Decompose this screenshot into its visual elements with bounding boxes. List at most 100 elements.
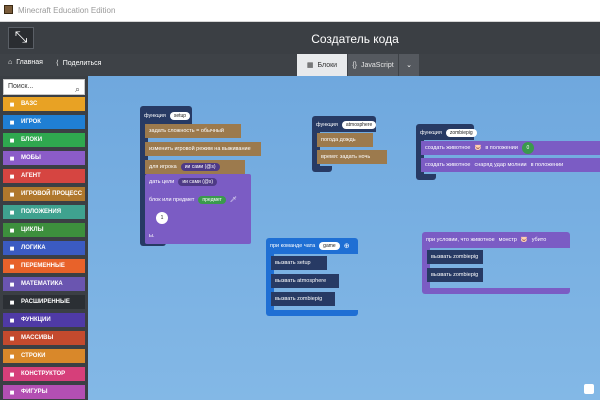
tab-javascript[interactable]: {} JavaScript: [348, 54, 398, 76]
position-icon: ■: [9, 207, 15, 217]
editor-dropdown-button[interactable]: ⌄: [399, 54, 419, 76]
category-5[interactable]: ■ ИГРОВОЙ ПРОЦЕСС: [3, 187, 85, 201]
setup-name-field[interactable]: setup: [169, 112, 191, 120]
player-block[interactable]: для игрока ии сами (@s): [145, 160, 245, 174]
category-label: ИГРОВОЙ ПРОЦЕСС: [21, 191, 83, 197]
category-label: РАСШИРЕННЫЕ: [21, 299, 70, 305]
category-8[interactable]: ■ ЛОГИКА: [3, 241, 85, 255]
effect-target: дать цели ии сами (@s): [145, 176, 218, 188]
app-icon: [4, 5, 13, 14]
search-icon: ⌕: [74, 84, 80, 94]
chat-command-field[interactable]: game: [319, 242, 340, 250]
category-2[interactable]: ■ БЛОКИ: [3, 133, 85, 147]
category-label: БЛОКИ: [21, 137, 43, 143]
category-15[interactable]: ■ КОНСТРУКТОР: [3, 367, 85, 381]
category-label: ИГРОК: [21, 119, 41, 125]
category-1[interactable]: ■ ИГРОК: [3, 115, 85, 129]
js-icon: {}: [352, 61, 357, 69]
category-7[interactable]: ■ ЦИКЛЫ: [3, 223, 85, 237]
home-button[interactable]: ⌂ Главная: [8, 59, 43, 66]
gamemode-block[interactable]: изменить игровой режим на выживание: [145, 142, 261, 156]
workspace-canvas[interactable]: функция setup задать сложность = обычный …: [88, 76, 600, 400]
wrench-icon: ■: [9, 189, 15, 199]
mob-icon: 🐷: [520, 237, 528, 243]
array-icon: ■: [9, 333, 15, 343]
category-13[interactable]: ■ МАССИВЫ: [3, 331, 85, 345]
atmosphere-function-block[interactable]: функция atmosphere погода дождь время: за…: [312, 116, 388, 172]
call-zombiepig-block[interactable]: вызвать zombiepig: [271, 292, 335, 306]
item-row: блок или предмет предмет 🗡: [149, 196, 237, 204]
toolbar: ⌂ Главная ⟨ Поделиться ▦ Блоки {} JavaScript…: [0, 54, 600, 76]
category-label: ВАЗС: [21, 101, 38, 107]
zoom-icon[interactable]: [584, 384, 594, 394]
mob-icon: ■: [9, 153, 15, 163]
spawn-animal-block-2[interactable]: создать животное снаряд удар молнии в поло…: [421, 158, 600, 172]
add-circle-icon[interactable]: ⊕: [344, 242, 350, 250]
tab-blocks[interactable]: ▦ Блоки: [297, 54, 347, 76]
function-icon: ■: [9, 315, 15, 325]
share-icon: ⟨: [56, 60, 59, 67]
category-label: ПЕРЕМЕННЫЕ: [21, 263, 65, 269]
text-icon: ■: [9, 351, 15, 361]
math-icon: ■: [9, 279, 15, 289]
setup-header: функция setup: [140, 110, 191, 122]
category-12[interactable]: ■ ФУНКЦИИ: [3, 313, 85, 327]
category-label: ЦИКЛЫ: [21, 227, 44, 233]
difficulty-block[interactable]: задать сложность = обычный: [145, 124, 241, 138]
chevron-up-icon: ■: [9, 297, 15, 307]
category-10[interactable]: ■ МАТЕМАТИКА: [3, 277, 85, 291]
window-title: Minecraft Education Edition: [18, 6, 116, 15]
category-label: МАССИВЫ: [21, 335, 54, 341]
atmosphere-header: функция atmosphere: [312, 119, 377, 131]
category-label: ФУНКЦИИ: [21, 317, 51, 323]
builder-icon: ■: [9, 369, 15, 379]
call-atmosphere-block[interactable]: вызвать atmosphere: [271, 274, 339, 288]
app-header: ⤡ Создатель кода: [0, 22, 600, 54]
category-label: МАТЕМАТИКА: [21, 281, 63, 287]
shape-icon: ■: [9, 387, 15, 397]
chevron-down-icon: ⌄: [406, 62, 412, 69]
category-label: ПОЛОЖЕНИЯ: [21, 209, 62, 215]
setup-end: ы.: [149, 233, 155, 239]
category-4[interactable]: ■ АГЕНТ: [3, 169, 85, 183]
chat-command-block[interactable]: при команде чата game ⊕ вызвать setup вызв…: [266, 238, 358, 316]
call-setup-block[interactable]: вызвать setup: [271, 256, 327, 270]
spawn-animal-block-1[interactable]: создать животное 🐷 в положении 0: [421, 141, 600, 155]
atmosphere-name-field[interactable]: atmosphere: [341, 121, 377, 129]
zombiepig-function-block[interactable]: функция zombiepig создать животное 🐷 в поло…: [416, 124, 600, 180]
category-6[interactable]: ■ ПОЛОЖЕНИЯ: [3, 205, 85, 219]
time-block[interactable]: время: задать ночь: [317, 150, 387, 164]
var-icon: ■: [9, 261, 15, 271]
category-9[interactable]: ■ ПЕРЕМЕННЫЕ: [3, 259, 85, 273]
loop-icon: ■: [9, 225, 15, 235]
zombiepig-name-field[interactable]: zombiepig: [445, 129, 477, 137]
pig-icon: 🐷: [474, 145, 482, 151]
setup-function-block[interactable]: функция setup задать сложность = обычный …: [140, 106, 261, 246]
globe-icon: ■: [9, 99, 15, 109]
window-titlebar: Minecraft Education Edition: [0, 0, 600, 22]
call-zombiepig-block-2[interactable]: вызвать zombiepig: [427, 268, 483, 282]
count-row: 1: [152, 212, 168, 224]
category-label: ФИГУРЫ: [21, 389, 48, 395]
cube-icon: ■: [9, 135, 15, 145]
weather-block[interactable]: погода дождь: [317, 133, 373, 147]
category-16[interactable]: ■ ФИГУРЫ: [3, 385, 85, 399]
category-label: КОНСТРУКТОР: [21, 371, 66, 377]
logic-icon: ■: [9, 243, 15, 253]
toolbox-sidebar: Поиск... ⌕ ■ ВАЗС ■ ИГРОК ■ БЛОКИ ■ МОБЫ ■ АГЕНТ ■ И…: [0, 76, 88, 400]
sword-icon: 🗡: [229, 197, 237, 203]
category-3[interactable]: ■ МОБЫ: [3, 151, 85, 165]
call-zombiepig-block-1[interactable]: вызвать zombiepig: [427, 250, 483, 264]
zombiepig-header: функция zombiepig: [416, 127, 477, 139]
category-label: АГЕНТ: [21, 173, 41, 179]
player-icon: ■: [9, 117, 15, 127]
category-14[interactable]: ■ СТРОКИ: [3, 349, 85, 363]
chat-header: при команде чата game ⊕: [270, 242, 350, 250]
animal-killed-block[interactable]: при условии, что животное монстр 🐷 убито вы…: [422, 232, 570, 294]
share-button[interactable]: ⟨ Поделиться: [56, 59, 101, 68]
category-label: СТРОКИ: [21, 353, 46, 359]
category-0[interactable]: ■ ВАЗС: [3, 97, 85, 111]
category-11[interactable]: ■ РАСШИРЕННЫЕ: [3, 295, 85, 309]
agent-icon: ■: [9, 171, 15, 181]
search-input[interactable]: Поиск... ⌕: [3, 79, 85, 95]
